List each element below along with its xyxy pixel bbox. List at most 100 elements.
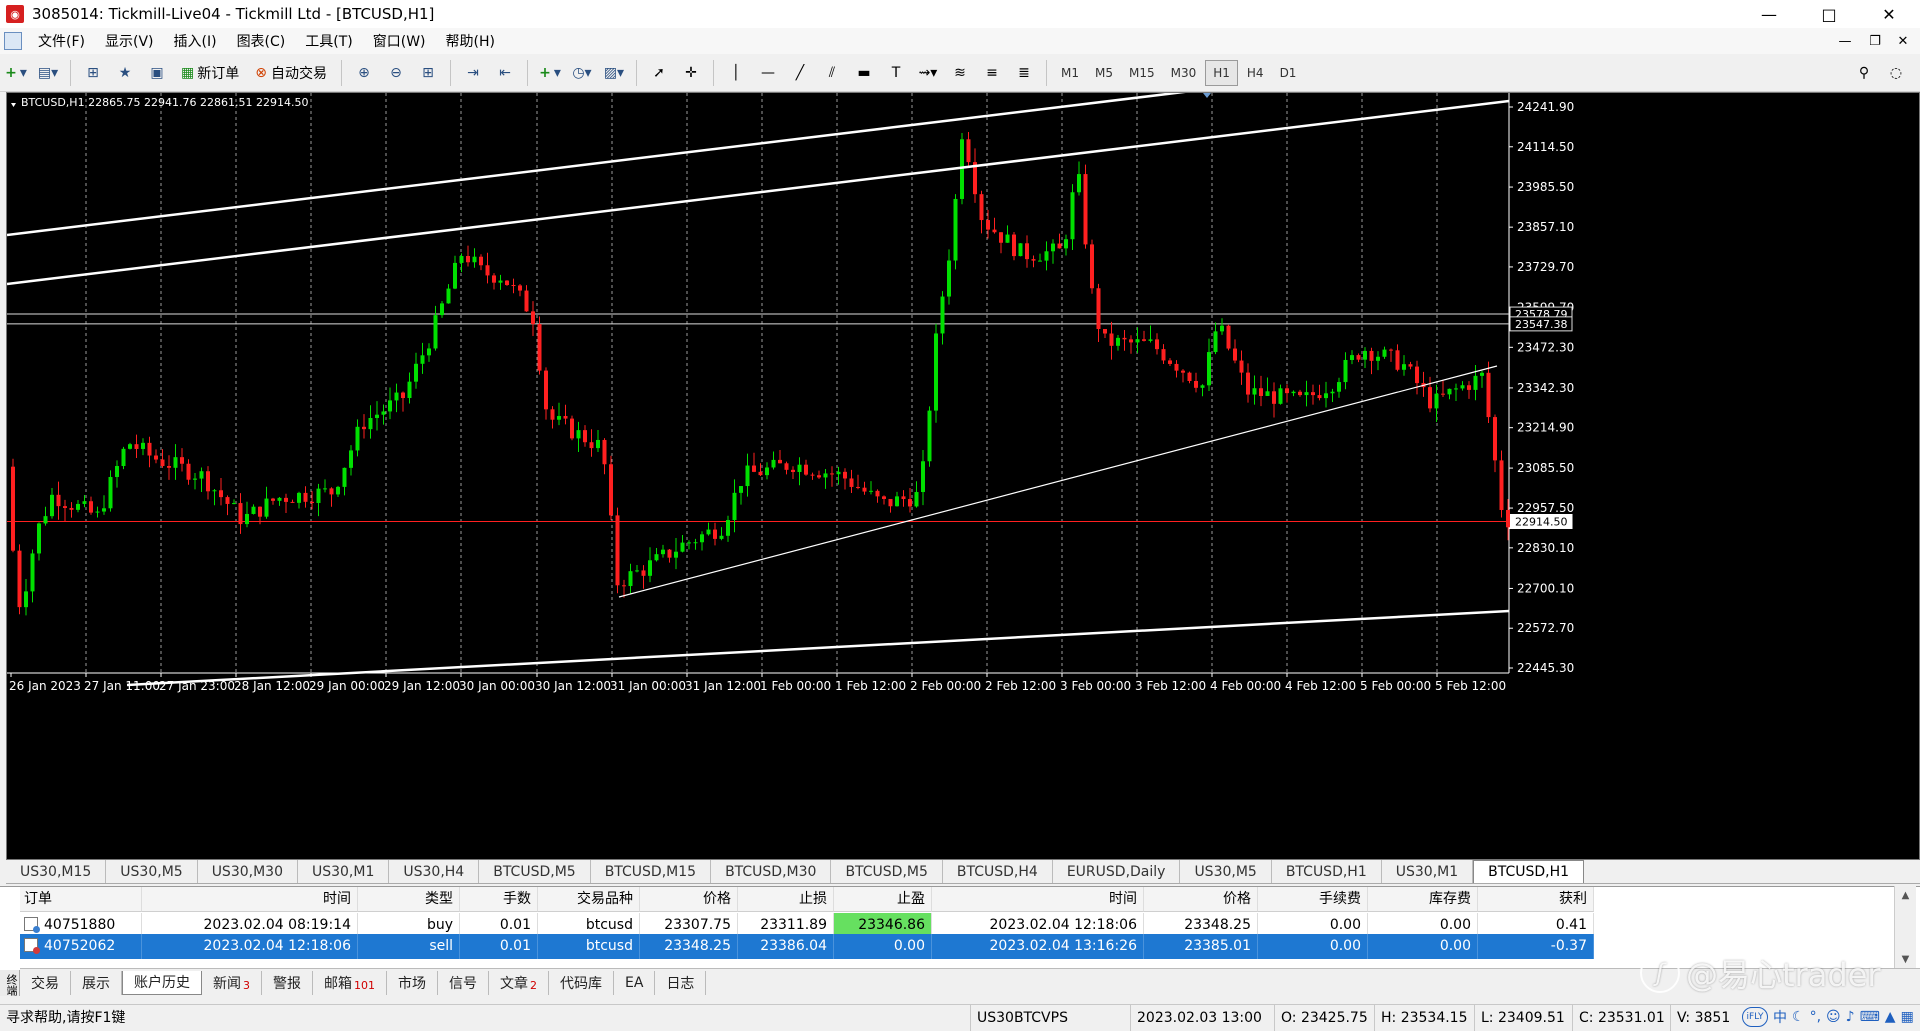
chart-tab[interactable]: BTCUSD,M5: [479, 860, 591, 883]
new-order-button[interactable]: ▦ 新订单: [175, 59, 245, 87]
price-chart[interactable]: 26 Jan 2023 27 Jan 11:00 27 Jan 23:00 28 Ja…: [6, 92, 1920, 860]
terminal-tab[interactable]: 警报: [262, 970, 313, 995]
ime-lang[interactable]: 中: [1773, 1007, 1787, 1027]
terminal-tab[interactable]: 代码库: [549, 970, 614, 995]
navigator-icon[interactable]: ★: [111, 59, 139, 87]
timeframe-h4[interactable]: H4: [1240, 60, 1271, 86]
mdi-restore-icon[interactable]: ❐: [1860, 30, 1890, 52]
terminal-tab[interactable]: 展示: [71, 970, 122, 995]
scroll-up-icon[interactable]: ▲: [1895, 886, 1916, 906]
chart-tab[interactable]: US30,H4: [389, 860, 480, 883]
menu-view[interactable]: 显示(V): [95, 31, 164, 51]
column-header[interactable]: 止盈: [834, 887, 932, 912]
fibo-levels-icon[interactable]: ≣: [1010, 59, 1038, 87]
scroll-track[interactable]: [1895, 906, 1916, 950]
chart-tab[interactable]: BTCUSD,M15: [591, 860, 712, 883]
chart-tab[interactable]: BTCUSD,H1: [1272, 860, 1382, 883]
crosshair-icon[interactable]: ✛: [677, 59, 705, 87]
column-header[interactable]: 时间: [142, 887, 358, 912]
menu-charts[interactable]: 图表(C): [227, 31, 296, 51]
timeframe-d1[interactable]: D1: [1273, 60, 1304, 86]
timeframe-m5[interactable]: M5: [1088, 60, 1120, 86]
chart-tab[interactable]: BTCUSD,M5: [831, 860, 943, 883]
gann-icon[interactable]: ≡: [978, 59, 1006, 87]
terminal-tab[interactable]: 新闻 3: [202, 970, 262, 995]
menu-help[interactable]: 帮助(H): [436, 31, 505, 51]
menu-file[interactable]: 文件(F): [28, 31, 95, 51]
terminal-scrollbar[interactable]: ▲ ▼: [1894, 886, 1916, 970]
column-header[interactable]: 交易品种: [538, 887, 640, 912]
ime-mic-icon[interactable]: ♪: [1846, 1009, 1855, 1025]
mdi-close-icon[interactable]: ✕: [1888, 30, 1918, 52]
period-clock-icon[interactable]: ◷▾: [568, 59, 596, 87]
chat-icon[interactable]: ◌: [1882, 59, 1910, 87]
timeframe-m1[interactable]: M1: [1054, 60, 1086, 86]
chart-doc-icon[interactable]: [4, 32, 22, 50]
ime-keyboard-icon[interactable]: ⌨: [1860, 1009, 1880, 1025]
chart-tab[interactable]: BTCUSD,H4: [943, 860, 1053, 883]
ime-punct-icon[interactable]: °,: [1810, 1009, 1821, 1025]
timeframe-m15[interactable]: M15: [1122, 60, 1162, 86]
channel-icon[interactable]: ⫽: [818, 59, 846, 87]
cursor-icon[interactable]: ➚: [645, 59, 673, 87]
timeframe-m30[interactable]: M30: [1164, 60, 1204, 86]
chart-shift-icon[interactable]: ⇥: [459, 59, 487, 87]
column-header[interactable]: 库存费: [1368, 887, 1478, 912]
terminal-icon[interactable]: ▣: [143, 59, 171, 87]
close-icon[interactable]: ✕: [1866, 0, 1912, 28]
mdi-minimize-icon[interactable]: —: [1830, 30, 1860, 52]
menu-insert[interactable]: 插入(I): [164, 31, 227, 51]
terminal-tab[interactable]: EA: [614, 970, 656, 995]
chart-tab[interactable]: EURUSD,Daily: [1053, 860, 1181, 883]
chart-tab[interactable]: US30,M15: [6, 860, 107, 883]
ifly-icon[interactable]: iFLY: [1742, 1007, 1768, 1027]
new-chart-icon[interactable]: + ▾: [2, 59, 30, 87]
column-header[interactable]: 订单: [20, 887, 142, 912]
text-tool-icon[interactable]: T: [882, 59, 910, 87]
horizontal-line-icon[interactable]: —: [754, 59, 782, 87]
column-header[interactable]: 手数: [460, 887, 538, 912]
templates-icon[interactable]: ▨▾: [600, 59, 628, 87]
ime-emoji-icon[interactable]: ☺: [1826, 1009, 1841, 1025]
column-header[interactable]: 止损: [738, 887, 834, 912]
chart-tab[interactable]: US30,M1: [1382, 860, 1474, 883]
trendline-icon[interactable]: ╱: [786, 59, 814, 87]
auto-scroll-icon[interactable]: ⇤: [491, 59, 519, 87]
column-header[interactable]: 价格: [640, 887, 738, 912]
rectangle-icon[interactable]: ▬: [850, 59, 878, 87]
terminal-tab[interactable]: 日志: [655, 970, 707, 995]
chart-tab[interactable]: BTCUSD,M30: [711, 860, 832, 883]
menu-tools[interactable]: 工具(T): [295, 31, 362, 51]
market-watch-icon[interactable]: ⊞: [79, 59, 107, 87]
column-header[interactable]: 价格: [1144, 887, 1258, 912]
column-header[interactable]: 获利: [1478, 887, 1594, 912]
terminal-tab[interactable]: 邮箱 101: [313, 970, 387, 995]
ime-moon-icon[interactable]: ☾: [1792, 1009, 1805, 1025]
column-header[interactable]: 类型: [358, 887, 460, 912]
search-icon[interactable]: ⚲: [1850, 59, 1878, 87]
terminal-tab[interactable]: 文章 2: [489, 970, 549, 995]
auto-trade-button[interactable]: ⊗ 自动交易: [249, 59, 333, 87]
indicators-icon[interactable]: + ▾: [536, 59, 564, 87]
zoom-in-icon[interactable]: ⊕: [350, 59, 378, 87]
ime-shirt-icon[interactable]: ▲: [1885, 1009, 1896, 1025]
vertical-line-icon[interactable]: │: [722, 59, 750, 87]
profiles-icon[interactable]: ▤▾: [34, 59, 62, 87]
maximize-icon[interactable]: □: [1806, 0, 1852, 28]
table-row[interactable]: 40752062 2023.02.04 12:18:06 sell 0.01 btcus…: [20, 934, 1894, 959]
column-header[interactable]: 手续费: [1258, 887, 1368, 912]
minimize-icon[interactable]: —: [1746, 0, 1792, 28]
chart-tab[interactable]: BTCUSD,H1: [1473, 860, 1585, 883]
timeframe-h1[interactable]: H1: [1205, 59, 1238, 86]
chart-tab[interactable]: US30,M5: [1180, 860, 1272, 883]
ime-grid-icon[interactable]: ▦: [1901, 1009, 1914, 1025]
terminal-tab[interactable]: 账户历史: [122, 970, 202, 995]
menu-window[interactable]: 窗口(W): [363, 31, 436, 51]
terminal-tab[interactable]: 信号: [438, 970, 489, 995]
scroll-down-icon[interactable]: ▼: [1895, 950, 1916, 970]
terminal-tab[interactable]: 交易: [20, 970, 71, 995]
column-header[interactable]: 时间: [932, 887, 1144, 912]
mt4-app-icon[interactable]: ◉: [6, 5, 24, 23]
chart-tab[interactable]: US30,M5: [106, 860, 198, 883]
chart-tab[interactable]: US30,M1: [298, 860, 390, 883]
